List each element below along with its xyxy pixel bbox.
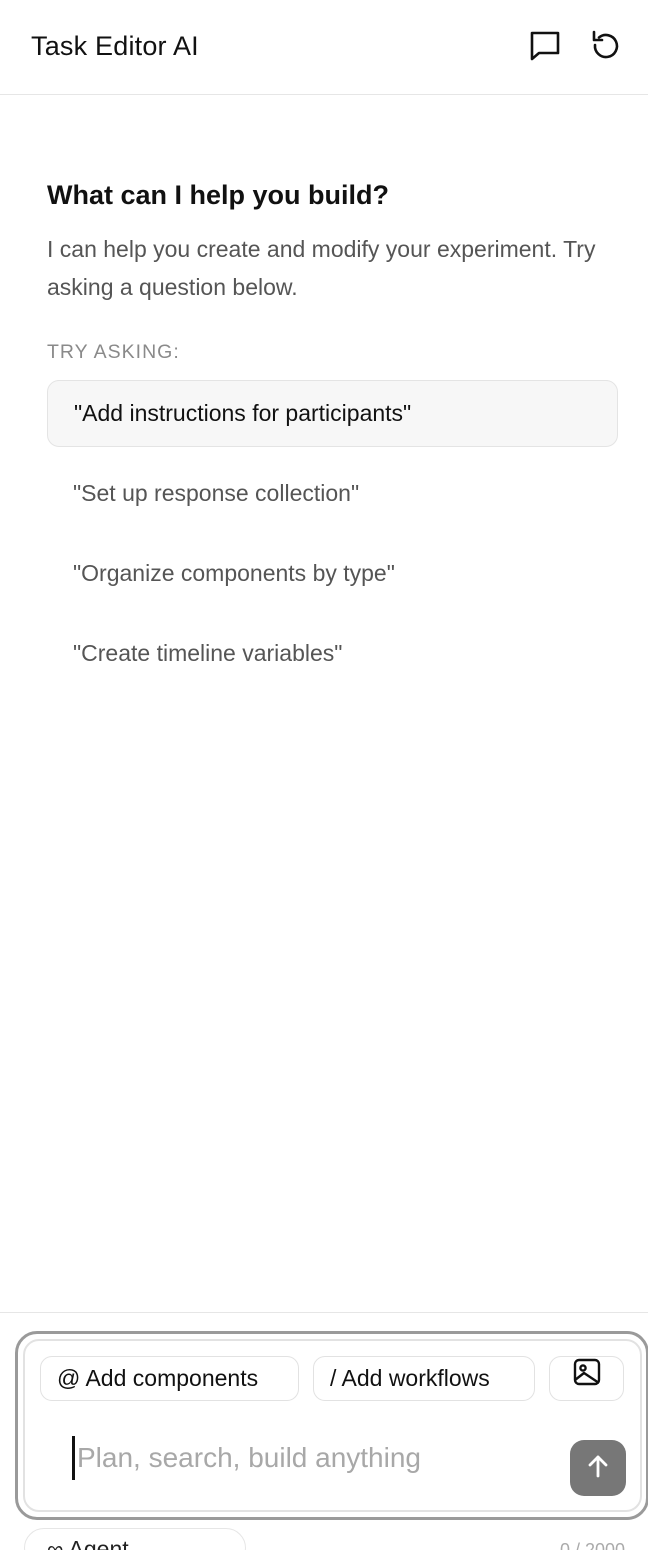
chat-area: What can I help you build? I can help yo… [0, 96, 648, 1312]
add-components-button[interactable]: @ Add components [40, 1356, 299, 1401]
welcome-heading: What can I help you build? [47, 180, 389, 210]
character-count: 0 / 2000 [560, 1540, 626, 1550]
reset-icon[interactable] [589, 29, 623, 63]
suggestion-response-collection[interactable]: "Set up response collection" [47, 460, 618, 527]
add-workflows-button[interactable]: / Add workflows [313, 1356, 535, 1401]
message-input[interactable] [72, 1436, 552, 1480]
suggestion-add-instructions[interactable]: "Add instructions for participants" [47, 380, 618, 447]
image-icon [572, 1357, 602, 1401]
try-asking-label: TRY ASKING: [47, 341, 180, 363]
composer-divider [0, 1312, 648, 1313]
agent-mode-selector[interactable]: ∞ Agent [24, 1528, 246, 1550]
app-header: Task Editor AI [0, 0, 648, 95]
send-button[interactable] [570, 1440, 626, 1496]
welcome-description: I can help you create and modify your ex… [47, 236, 596, 300]
chat-bubble-icon[interactable] [528, 29, 562, 63]
app-title: Task Editor AI [31, 31, 199, 61]
image-upload-button[interactable] [549, 1356, 624, 1401]
arrow-up-icon [584, 1452, 612, 1485]
suggestion-organize-components[interactable]: "Organize components by type" [47, 540, 618, 607]
suggestion-timeline-variables[interactable]: "Create timeline variables" [47, 620, 618, 687]
